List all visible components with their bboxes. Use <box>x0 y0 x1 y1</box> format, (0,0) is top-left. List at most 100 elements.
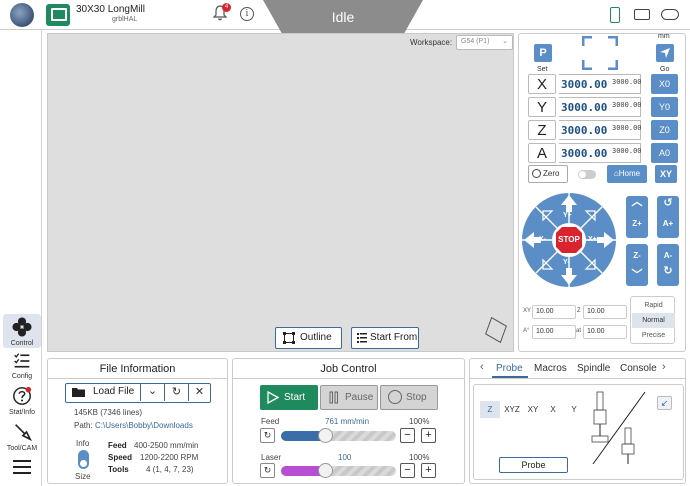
sidebar-item-stat-info[interactable]: Stat/Info <box>3 386 41 416</box>
close-file-button[interactable]: ✕ <box>188 384 210 401</box>
phone-icon[interactable] <box>610 7 620 23</box>
load-file-label: Load File <box>93 386 135 397</box>
speed-rapid[interactable]: Rapid <box>632 298 675 313</box>
start-from-label: Start From <box>370 332 418 343</box>
tab-probe[interactable]: Probe <box>496 363 523 374</box>
a-step-input[interactable]: 10.00 <box>532 325 576 339</box>
dro-row-a: A 3000.00 3000.00 A0 <box>528 143 678 163</box>
folder-icon <box>72 388 85 397</box>
tools-list: 4 (1, 4, 7, 23) <box>146 465 194 474</box>
laser-increase-button[interactable]: + <box>421 463 436 478</box>
laser-reset-button[interactable]: ↻ <box>260 463 275 478</box>
dro-row-y: Y 3000.00 3000.00 Y0 <box>528 97 678 117</box>
zero-axis-button[interactable]: X0 <box>651 74 678 94</box>
tools-label: Tools <box>108 465 129 474</box>
rotate-cw-icon: ↻ <box>663 265 673 277</box>
zero-axis-button[interactable]: Z0 <box>651 120 678 140</box>
reload-file-button[interactable]: ↻ <box>164 384 188 401</box>
laser-override-percent: 100% <box>409 453 430 462</box>
probe-p-button[interactable]: P <box>534 44 552 62</box>
units-label[interactable]: mm <box>658 33 670 40</box>
laser-override-slider[interactable] <box>281 463 396 478</box>
axis-letter[interactable]: A <box>528 143 556 163</box>
z-step-input[interactable]: 10.00 <box>583 305 627 319</box>
feed-override-label: Feed <box>261 417 280 426</box>
feed-increase-button[interactable]: + <box>421 428 436 443</box>
go-button[interactable] <box>656 44 674 62</box>
dro-row-z: Z 3000.00 3000.00 Z0 <box>528 120 678 140</box>
help-icon <box>13 386 32 405</box>
speed-precise[interactable]: Precise <box>632 328 675 343</box>
goto-xy-button[interactable]: XY <box>655 165 677 183</box>
probe-option-y[interactable]: Y <box>564 401 584 418</box>
axis-letter[interactable]: X <box>528 74 556 94</box>
stop-icon <box>388 390 402 404</box>
zero-all-button[interactable]: Zero <box>528 165 568 183</box>
collapse-arrow-icon[interactable]: ↙ <box>657 396 672 410</box>
jog-a-minus-button[interactable]: A- ↻ <box>657 244 679 286</box>
speed-label: Speed <box>108 453 133 462</box>
laser-decrease-button[interactable]: − <box>400 463 415 478</box>
home-button[interactable]: ⌂Home <box>607 165 647 183</box>
axis-letter[interactable]: Z <box>528 120 556 140</box>
file-path[interactable]: C:\Users\Bobby\Downloads <box>95 421 193 430</box>
tab-console[interactable]: Console <box>620 363 657 374</box>
xy-step-input[interactable]: 10.00 <box>532 305 576 319</box>
gamepad-icon[interactable] <box>661 9 679 20</box>
refresh-icon: ↻ <box>171 386 182 398</box>
workspace-label: Workspace: <box>410 38 453 47</box>
zero-axis-button[interactable]: A0 <box>651 143 678 163</box>
probe-option-x[interactable]: X <box>543 401 563 418</box>
zero-toggle[interactable] <box>578 170 596 179</box>
workspace-select[interactable]: G54 (P1) ⌄ <box>456 35 513 50</box>
feed-override-knob[interactable] <box>318 428 333 443</box>
zero-axis-button[interactable]: Y0 <box>651 97 678 117</box>
sidebar-item-control[interactable]: Control <box>3 314 41 348</box>
feed-decrease-button[interactable]: − <box>400 428 415 443</box>
tabs-scroll-right[interactable]: › <box>662 361 666 373</box>
sidebar-item-tool-cam[interactable]: Tool/CAM <box>3 422 41 452</box>
info-icon[interactable]: i <box>240 7 254 21</box>
laser-override-knob[interactable] <box>318 463 333 478</box>
reset-icon: ↻ <box>263 430 272 440</box>
jog-z-plus-button[interactable]: ︿ Z+ <box>626 196 648 238</box>
pause-job-button[interactable]: Pause <box>320 385 378 410</box>
app-logo-icon[interactable] <box>10 3 34 27</box>
info-size-toggle[interactable] <box>78 450 89 469</box>
load-file-button[interactable]: Load File <box>66 384 140 401</box>
file-size-lines: 145KB (7346 lines) <box>74 408 143 417</box>
machine-name[interactable]: 30X30 LongMill <box>76 4 145 15</box>
start-from-button[interactable]: Start From <box>351 327 419 349</box>
sidebar-item-label: Stat/Info <box>8 409 36 416</box>
tabs-scroll-left[interactable]: ‹ <box>480 361 484 373</box>
probe-option-xyz[interactable]: XYZ <box>501 401 523 418</box>
probe-button[interactable]: Probe <box>499 457 568 473</box>
stop-job-button[interactable]: Stop <box>380 385 438 410</box>
feed-override-slider[interactable] <box>281 428 396 443</box>
probe-option-z[interactable]: Z <box>480 401 500 418</box>
start-job-button[interactable]: Start <box>260 385 318 410</box>
a-feed-input[interactable]: 10.00 <box>583 325 627 339</box>
chevron-up-icon: ︿ <box>631 196 643 208</box>
speed-normal[interactable]: Normal <box>632 313 675 328</box>
jog-a-plus-button[interactable]: ↺ A+ <box>657 196 679 238</box>
keyboard-icon[interactable] <box>634 9 650 20</box>
jog-z-minus-button[interactable]: Z- ﹀ <box>626 244 648 286</box>
hamburger-icon[interactable] <box>13 460 31 474</box>
gcode-visualizer[interactable] <box>47 33 514 352</box>
axis-letter[interactable]: Y <box>528 97 556 117</box>
z-step-label: Z <box>577 308 581 314</box>
tab-spindle[interactable]: Spindle <box>577 363 610 374</box>
jog-stop-button[interactable]: STOP <box>553 235 585 244</box>
chevron-down-icon: ﹀ <box>631 269 643 281</box>
sidebar-item-config[interactable]: Config <box>3 352 41 380</box>
fullscreen-frame-icon[interactable] <box>582 36 618 70</box>
feed-reset-button[interactable]: ↻ <box>260 428 275 443</box>
feed-range: 400-2500 mm/min <box>134 441 199 450</box>
outline-button[interactable]: Outline <box>275 327 342 349</box>
recent-files-dropdown[interactable]: ⌄ <box>140 384 164 401</box>
tab-macros[interactable]: Macros <box>534 363 567 374</box>
probe-option-xy[interactable]: XY <box>523 401 543 418</box>
machine-status-icon[interactable] <box>46 4 70 26</box>
load-file-group: Load File ⌄ ↻ ✕ <box>65 383 211 403</box>
